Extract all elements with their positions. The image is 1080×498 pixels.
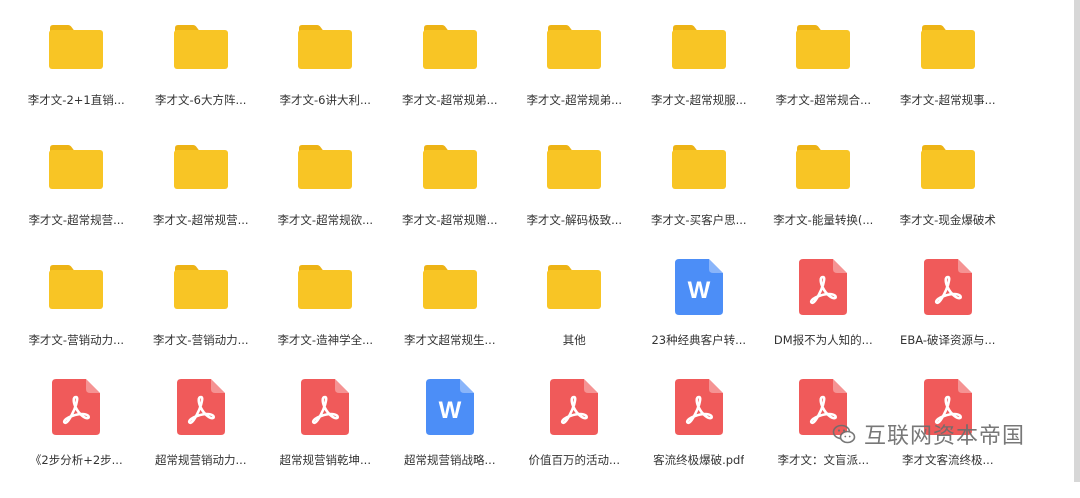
- folder-icon: [539, 258, 609, 316]
- folder-icon: [415, 138, 485, 196]
- item-label: 李才文客流终极...: [902, 453, 994, 467]
- folder-icon: [290, 18, 360, 76]
- folder-icon: [166, 138, 236, 196]
- file-item[interactable]: DM报不为人知的...: [761, 258, 886, 378]
- item-label: 客流终极爆破.pdf: [653, 453, 745, 467]
- folder-icon: [166, 18, 236, 76]
- item-label: 李才文-超常规服...: [650, 93, 747, 107]
- folder-icon: [290, 138, 360, 196]
- item-label: 李才文-超常规合...: [775, 93, 872, 107]
- folder-item[interactable]: 李才文-超常规服...: [637, 18, 762, 138]
- folder-item[interactable]: 李才文超常规生...: [388, 258, 513, 378]
- item-label: 超常规营销战略...: [404, 453, 496, 467]
- folder-item[interactable]: 其他: [512, 258, 637, 378]
- item-label: 李才文-6讲大利...: [279, 93, 371, 107]
- folder-item[interactable]: 李才文-2+1直销...: [14, 18, 139, 138]
- folder-icon: [539, 18, 609, 76]
- item-label: 李才文-解码极致...: [526, 213, 623, 227]
- folder-item[interactable]: 李才文-超常规合...: [761, 18, 886, 138]
- folder-icon: [788, 18, 858, 76]
- folder-icon: [664, 138, 734, 196]
- folder-item[interactable]: 李才文-能量转换(...: [761, 138, 886, 258]
- item-label: 李才文-超常规营...: [152, 213, 249, 227]
- file-item[interactable]: 超常规营销乾坤...: [263, 378, 388, 498]
- item-label: 其他: [562, 333, 586, 347]
- item-label: EBA-破译资源与...: [900, 333, 996, 347]
- item-label: 23种经典客户转...: [651, 333, 747, 347]
- folder-item[interactable]: 李才文-现金爆破术: [886, 138, 1011, 258]
- item-label: 李才文-能量转换(...: [773, 213, 874, 227]
- folder-item[interactable]: 李才文-解码极致...: [512, 138, 637, 258]
- watermark-text: 互联网资本帝国: [864, 424, 1026, 449]
- item-label: 价值百万的活动...: [528, 453, 620, 467]
- folder-item[interactable]: 李才文-超常规营...: [139, 138, 264, 258]
- folder-item[interactable]: 李才文-6讲大利...: [263, 18, 388, 138]
- item-label: 李才文：文盲派...: [777, 453, 869, 467]
- item-label: 超常规营销动力...: [155, 453, 247, 467]
- folder-icon: [415, 258, 485, 316]
- item-label: 李才文超常规生...: [404, 333, 496, 347]
- folder-item[interactable]: 李才文-超常规欲...: [263, 138, 388, 258]
- folder-item[interactable]: 李才文-6大方阵...: [139, 18, 264, 138]
- item-label: 李才文-超常规赠...: [401, 213, 498, 227]
- item-label: 李才文-超常规营...: [28, 213, 125, 227]
- item-label: 《2步分析+2步...: [29, 453, 123, 467]
- pdf-icon: [664, 378, 734, 436]
- folder-item[interactable]: 李才文-超常规弟...: [388, 18, 513, 138]
- watermark: 互联网资本帝国: [832, 418, 1025, 450]
- folder-item[interactable]: 李才文-营销动力...: [14, 258, 139, 378]
- item-label: 李才文-超常规欲...: [277, 213, 374, 227]
- folder-icon: [913, 138, 983, 196]
- file-item[interactable]: W 超常规营销战略...: [388, 378, 513, 498]
- item-label: 李才文-超常规弟...: [401, 93, 498, 107]
- item-label: 李才文-2+1直销...: [27, 93, 125, 107]
- folder-item[interactable]: 李才文-买客户思...: [637, 138, 762, 258]
- folder-icon: [664, 18, 734, 76]
- folder-item[interactable]: 李才文-超常规事...: [886, 18, 1011, 138]
- wechat-logo-icon: [832, 424, 856, 444]
- folder-icon: [166, 258, 236, 316]
- item-label: 李才文-现金爆破术: [899, 213, 996, 227]
- file-item[interactable]: 客流终极爆破.pdf: [637, 378, 762, 498]
- svg-text:W: W: [687, 277, 710, 304]
- word-doc-icon: W: [415, 378, 485, 436]
- folder-item[interactable]: 李才文-超常规弟...: [512, 18, 637, 138]
- folder-item[interactable]: 李才文-超常规营...: [14, 138, 139, 258]
- file-item[interactable]: 价值百万的活动...: [512, 378, 637, 498]
- folder-icon: [415, 18, 485, 76]
- folder-item[interactable]: 李才文-造神学全...: [263, 258, 388, 378]
- file-item[interactable]: EBA-破译资源与...: [886, 258, 1011, 378]
- folder-icon: [913, 18, 983, 76]
- pdf-icon: [166, 378, 236, 436]
- folder-icon: [41, 258, 111, 316]
- folder-icon: [788, 138, 858, 196]
- pdf-icon: [290, 378, 360, 436]
- folder-icon: [41, 18, 111, 76]
- folder-icon: [290, 258, 360, 316]
- pdf-icon: [913, 258, 983, 316]
- item-label: 李才文-营销动力...: [152, 333, 249, 347]
- item-label: 超常规营销乾坤...: [279, 453, 371, 467]
- item-label: DM报不为人知的...: [773, 333, 873, 347]
- folder-icon: [41, 138, 111, 196]
- pdf-icon: [788, 258, 858, 316]
- item-label: 李才文-6大方阵...: [155, 93, 247, 107]
- item-label: 李才文-超常规弟...: [526, 93, 623, 107]
- item-label: 李才文-营销动力...: [28, 333, 125, 347]
- scrollbar[interactable]: [1074, 0, 1080, 482]
- folder-item[interactable]: 李才文-营销动力...: [139, 258, 264, 378]
- folder-item[interactable]: 李才文-超常规赠...: [388, 138, 513, 258]
- pdf-icon: [41, 378, 111, 436]
- item-label: 李才文-超常规事...: [899, 93, 996, 107]
- file-item[interactable]: 超常规营销动力...: [139, 378, 264, 498]
- folder-icon: [539, 138, 609, 196]
- pdf-icon: [539, 378, 609, 436]
- item-label: 李才文-买客户思...: [650, 213, 747, 227]
- svg-text:W: W: [438, 397, 461, 424]
- word-doc-icon: W: [664, 258, 734, 316]
- file-item[interactable]: W 23种经典客户转...: [637, 258, 762, 378]
- item-label: 李才文-造神学全...: [277, 333, 374, 347]
- file-item[interactable]: 《2步分析+2步...: [14, 378, 139, 498]
